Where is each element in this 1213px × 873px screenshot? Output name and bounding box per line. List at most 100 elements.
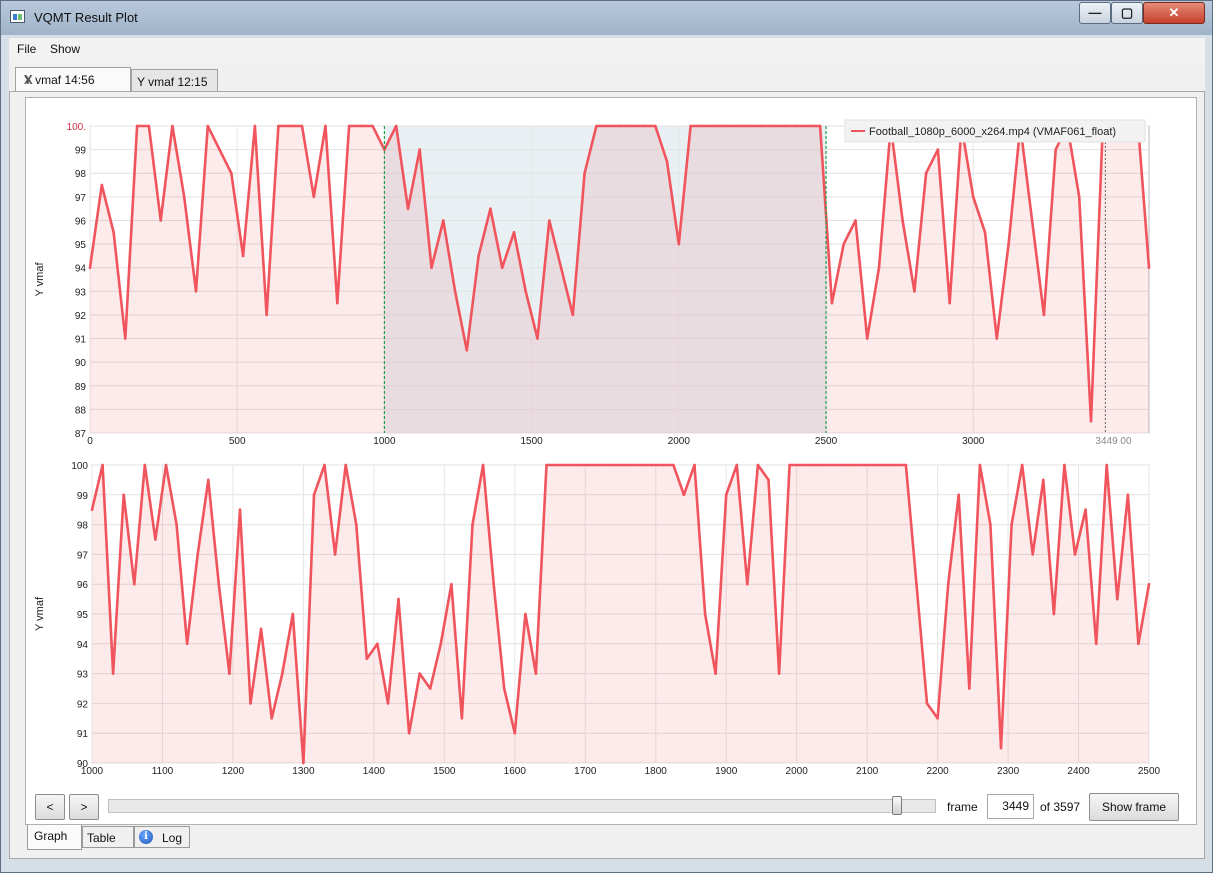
data-point (135, 124, 139, 128)
x-tick-label: 1300 (292, 766, 315, 777)
data-point (171, 124, 174, 128)
data-point (512, 231, 516, 234)
data-point (608, 463, 612, 467)
data-point (665, 160, 669, 163)
data-point (397, 597, 400, 601)
tab-y-vmaf-1215[interactable]: Y vmaf 12:15 (131, 69, 218, 91)
tab-close-icon[interactable]: X (24, 72, 121, 87)
tab-graph-label: Graph (34, 829, 68, 843)
frame-input[interactable]: 3449 (987, 794, 1034, 819)
data-point (957, 493, 960, 497)
data-point (291, 612, 295, 616)
data-point (164, 463, 168, 467)
data-point (228, 672, 231, 675)
data-point (946, 582, 950, 586)
data-point (971, 195, 975, 199)
data-point (450, 582, 453, 586)
y-tick-label: 98 (77, 521, 89, 532)
overview-chart[interactable]: 87 88 89 90 91 92 93 94 95 96 97 98 99 100. 0 500 1000 15… (31, 105, 1191, 450)
data-point (672, 463, 675, 467)
x-tick-label: 1000 (81, 766, 104, 777)
prev-frame-button[interactable]: < (35, 794, 65, 820)
data-point (513, 731, 517, 735)
data-point (386, 702, 390, 705)
data-point (536, 337, 539, 340)
x-tick-label: 1000 (373, 436, 396, 447)
data-point (1147, 266, 1151, 269)
data-point (862, 463, 865, 467)
data-point (854, 219, 857, 222)
data-point (492, 582, 496, 586)
minimize-button[interactable]: — (1079, 2, 1111, 24)
data-point (88, 266, 92, 269)
data-point (978, 463, 982, 467)
data-point (724, 124, 728, 128)
data-point (333, 553, 337, 556)
data-point (701, 124, 704, 128)
x-tick-label: 1400 (363, 766, 386, 777)
data-point (555, 463, 559, 467)
y-tick-label: 89 (75, 382, 87, 393)
data-point (872, 463, 876, 467)
menu-show[interactable]: Show (50, 42, 80, 56)
data-point (756, 463, 760, 467)
y-tick-label: 91 (77, 729, 89, 740)
x-tick-label: 1600 (504, 766, 527, 777)
data-point (650, 463, 654, 467)
frame-slider-thumb[interactable] (892, 796, 903, 815)
zoom-chart[interactable]: 909192939495969798991001000 1100 1200 1300 1… (31, 450, 1191, 790)
data-point (915, 582, 918, 586)
data-point (865, 337, 869, 340)
tab-log[interactable]: i Log (134, 826, 190, 848)
data-point (904, 463, 908, 467)
menu-file[interactable]: File (17, 42, 36, 56)
maximize-button[interactable]: ▢ (1111, 2, 1143, 24)
x-tick-label: 1100 (152, 766, 174, 777)
x-tick-label: 2000 (668, 436, 691, 447)
y-tick-label: 99 (75, 146, 87, 157)
frame-slider[interactable] (108, 799, 936, 813)
data-point (1073, 553, 1077, 556)
data-point (112, 231, 115, 234)
y-tick-label: 87 (75, 429, 87, 440)
tab-table[interactable]: Table (82, 826, 134, 848)
data-point (654, 124, 657, 128)
data-point (677, 242, 681, 246)
data-point (735, 463, 739, 467)
data-point (277, 124, 280, 128)
x-tick-label: 1500 (520, 436, 543, 447)
data-point (936, 717, 939, 720)
x-tick-label: 2400 (1067, 766, 1090, 777)
close-icon: ✕ (1168, 5, 1180, 20)
show-frame-button[interactable]: Show frame (1089, 793, 1179, 821)
maximize-icon: ▢ (1120, 5, 1134, 20)
data-point (1042, 313, 1046, 317)
data-point (336, 301, 339, 305)
close-button[interactable]: ✕ (1143, 2, 1205, 24)
data-point (989, 523, 992, 526)
frame-label: frame (947, 800, 978, 814)
data-point (559, 266, 563, 269)
data-point (355, 523, 358, 526)
data-point (724, 493, 728, 497)
data-point (196, 553, 199, 556)
data-point (1116, 597, 1119, 601)
tab-y-vmaf-1456[interactable]: Y vmaf 14:56 X (15, 67, 131, 93)
x-tick-label: 1800 (645, 766, 668, 777)
data-point (760, 124, 763, 128)
y-tick-label: 100 (71, 461, 88, 472)
data-point (714, 672, 717, 675)
data-point (809, 463, 813, 467)
data-point (830, 463, 834, 467)
x-axis-end-label: 00 (1120, 436, 1132, 447)
x-tick-label: 2300 (997, 766, 1020, 777)
tab-graph[interactable]: Graph (27, 825, 82, 850)
data-point (418, 672, 422, 675)
x-tick-label: 2000 (786, 766, 809, 777)
y-tick-label: 92 (75, 311, 87, 322)
data-point (238, 508, 242, 511)
data-point (489, 207, 492, 210)
data-point (439, 642, 443, 646)
next-frame-button[interactable]: > (69, 794, 99, 820)
y-tick-label: 94 (75, 264, 87, 275)
